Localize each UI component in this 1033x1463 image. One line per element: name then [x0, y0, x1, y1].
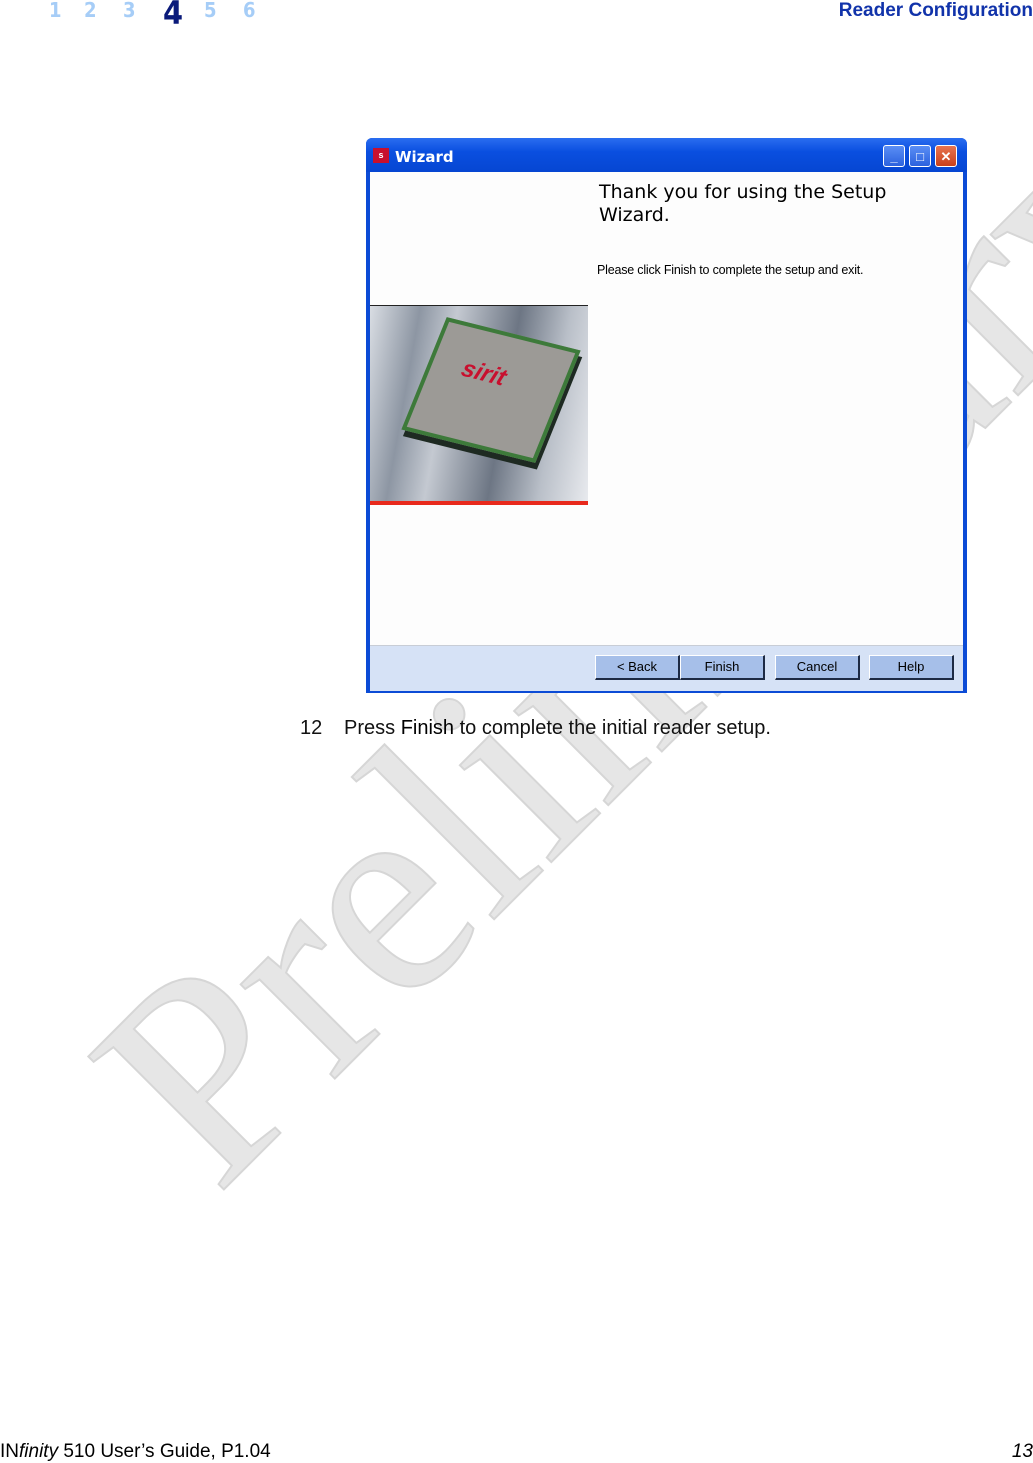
document-page: 1 2 3 4 5 6 Reader Configuration Prelimi… [0, 0, 1033, 1463]
wizard-message: Please click Finish to complete the setu… [597, 263, 864, 277]
chapter-tab-6[interactable]: 6 [243, 0, 256, 22]
page-number: 13 [1011, 1441, 1033, 1462]
chapter-tab-2[interactable]: 2 [84, 0, 97, 22]
close-button[interactable]: ✕ [935, 145, 957, 167]
reader-module-image: sirit [370, 305, 588, 502]
finish-button[interactable]: Finish [680, 655, 765, 680]
help-button[interactable]: Help [869, 655, 954, 680]
step-number: 12 [300, 717, 323, 739]
chapter-tab-5[interactable]: 5 [204, 0, 217, 22]
brand-italic: finity [19, 1441, 59, 1462]
step-text: Press Finish to complete the initial rea… [344, 717, 771, 740]
guide-title-rest: 510 User’s Guide, P1.04 [58, 1441, 271, 1462]
step-text-post: to complete the initial reader setup. [454, 717, 771, 739]
cancel-button[interactable]: Cancel [775, 655, 860, 680]
wizard-body: sirit Thank you for using the Setup Wiza… [370, 172, 963, 691]
button-bar: < Back Finish Cancel Help [370, 645, 963, 691]
sirit-logo: sirit [457, 355, 511, 392]
footer-guide-title: INfinity 510 User’s Guide, P1.04 [0, 1441, 271, 1463]
chapter-tab-1[interactable]: 1 [49, 0, 62, 22]
wizard-heading: Thank you for using the Setup Wizard. [599, 181, 887, 226]
app-icon: s [373, 148, 389, 163]
back-button[interactable]: < Back [595, 655, 680, 680]
maximize-button[interactable]: □ [909, 145, 931, 167]
minimize-button[interactable]: _ [883, 145, 905, 167]
rfid-module-graphic: sirit [401, 317, 581, 463]
wizard-window: s Wizard _ □ ✕ sirit Thank you for using… [366, 138, 967, 693]
accent-bar [370, 501, 588, 505]
window-title: Wizard [395, 148, 454, 166]
step-text-emphasis: Finish [400, 717, 455, 739]
section-title: Reader Configuration [838, 0, 1033, 21]
title-bar[interactable]: s Wizard _ □ ✕ [366, 138, 967, 172]
chapter-tab-3[interactable]: 3 [123, 0, 136, 22]
step-text-pre: Press [344, 717, 401, 739]
brand-prefix: IN [0, 1441, 19, 1462]
chapter-tab-current[interactable]: 4 [163, 0, 183, 32]
